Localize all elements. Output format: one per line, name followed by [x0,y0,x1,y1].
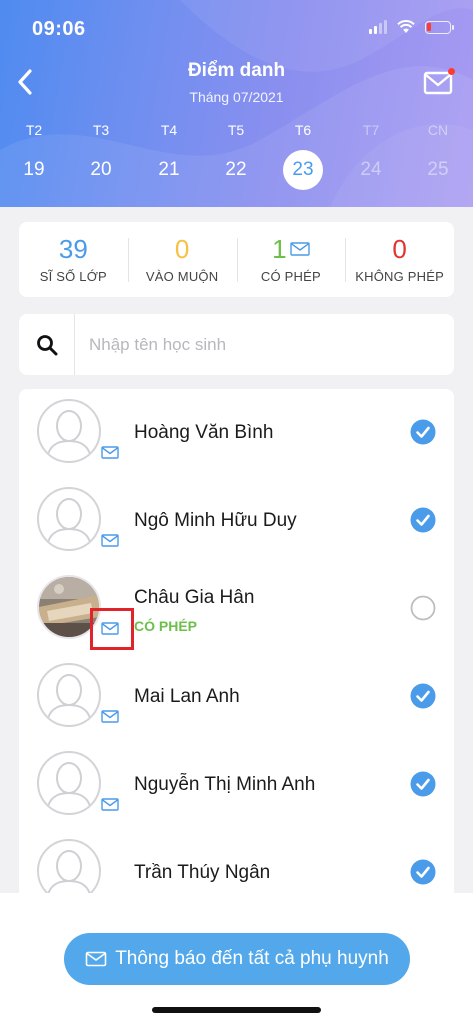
check-circle-icon[interactable] [410,419,436,445]
day-item[interactable]: T4 21 [144,122,194,187]
signal-icon [369,20,387,34]
search-icon [19,314,75,375]
highlight-annotation [90,608,134,650]
student-row[interactable]: Mai Lan Anh [19,653,454,741]
week-selector: T2 19 T3 20 T4 21 T5 22 T6 23 T7 24 CN 25 [0,122,473,202]
notification-dot [448,68,455,75]
mail-icon [85,951,107,967]
battery-icon [425,20,454,34]
check-circle-icon[interactable] [410,859,436,885]
student-name: Mai Lan Anh [134,686,240,707]
month-label[interactable]: Tháng 07/2021 [0,89,473,105]
student-name: Nguyễn Thị Minh Anh [134,774,316,795]
unchecked-circle-icon[interactable] [410,595,436,621]
wifi-icon [397,20,415,33]
page-title: Điểm danh [187,60,286,81]
student-name: Châu Gia Hân [134,587,255,608]
student-name: Trần Thúy Ngân [134,862,271,883]
mail-icon [101,534,119,547]
student-row[interactable]: Hoàng Văn Bình [19,389,454,477]
student-row[interactable]: Ngô Minh Hữu Duy [19,477,454,565]
day-item[interactable]: T5 22 [211,122,261,187]
student-list: Hoàng Văn Bình Ngô Minh Hữu Duy Châu Gia… [19,389,454,909]
avatar [37,399,101,463]
notify-all-parents-button[interactable]: Thông báo đến tất cả phụ huynh [64,933,410,985]
stat-late[interactable]: 0 VÀO MUỘN [127,222,237,297]
status-icons [369,20,454,34]
day-item[interactable]: T7 24 [346,122,396,187]
attendance-summary: 39 SĨ SỐ LỚP 0 VÀO MUỘN 1 CÓ PHÉP 0 KHÔN… [19,222,454,297]
student-name: Ngô Minh Hữu Duy [134,510,297,531]
student-row[interactable]: Châu Gia Hân CÓ PHÉP [19,565,454,653]
home-indicator[interactable] [152,1007,321,1013]
student-name: Hoàng Văn Bình [134,422,274,443]
bottom-bar: Thông báo đến tất cả phụ huynh [0,893,473,1024]
mail-icon [289,242,310,256]
stat-unpermitted[interactable]: 0 KHÔNG PHÉP [345,222,454,297]
stat-class-size[interactable]: 39 SĨ SỐ LỚP [19,222,128,297]
mail-icon [101,798,119,811]
check-circle-icon[interactable] [410,683,436,709]
stat-permitted[interactable]: 1 CÓ PHÉP [236,222,346,297]
day-item[interactable]: T2 19 [9,122,59,187]
header: 09:06 Điểm danh Tháng 07/2021 T2 19 T3 20 … [0,0,473,207]
day-item-selected[interactable]: T6 23 [278,122,328,190]
day-item[interactable]: CN 25 [413,122,463,187]
status-time: 09:06 [32,18,86,40]
notify-all-label: Thông báo đến tất cả phụ huynh [115,948,389,969]
check-circle-icon[interactable] [410,771,436,797]
mail-icon [101,446,119,459]
avatar [37,751,101,815]
search-input[interactable] [75,324,454,365]
student-row[interactable]: Nguyễn Thị Minh Anh [19,741,454,829]
avatar [37,487,101,551]
avatar [37,663,101,727]
day-item[interactable]: T3 20 [76,122,126,187]
check-circle-icon[interactable] [410,507,436,533]
mail-icon [101,710,119,723]
search-bar [19,314,454,375]
permitted-status: CÓ PHÉP [134,618,198,634]
